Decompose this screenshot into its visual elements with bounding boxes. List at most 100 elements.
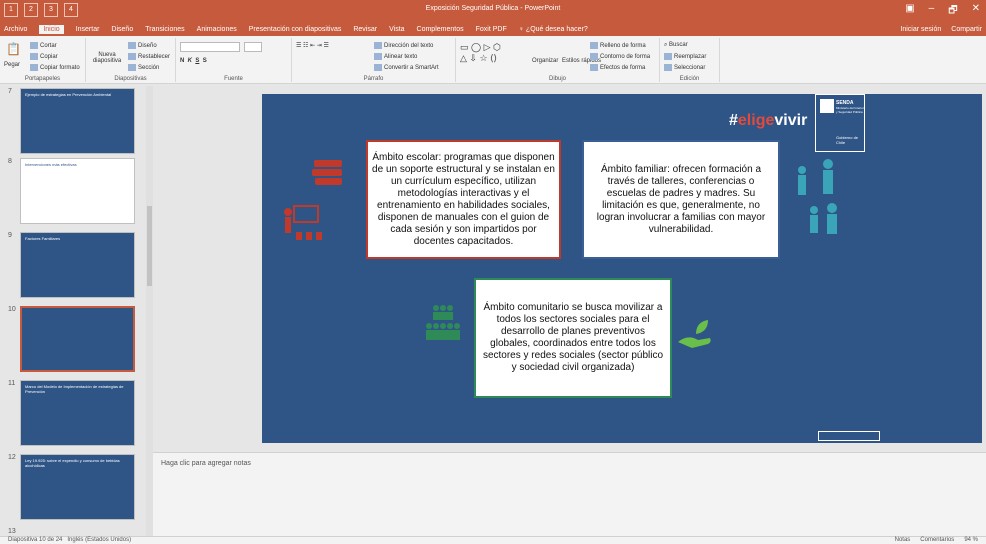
notes-toggle[interactable]: Notas — [895, 537, 911, 543]
clipboard-group-label: Portapapeles — [24, 76, 61, 82]
layout-button[interactable]: Diseño — [128, 42, 157, 49]
thumbnail-number: 9 — [8, 232, 12, 239]
bullets-button[interactable]: ☰ ☷ ⇤ ⇥ ☰ — [296, 42, 329, 49]
paragraph-group: ☰ ☷ ⇤ ⇥ ☰ Dirección del texto Alinear te… — [292, 38, 456, 82]
family-scope-box[interactable]: Ámbito familiar: ofrecen formación a tra… — [582, 140, 780, 259]
tab-revisar[interactable]: Revisar — [353, 26, 377, 33]
text-direction-button[interactable]: Dirección del texto — [374, 42, 433, 49]
signin-link[interactable]: Iniciar sesión — [900, 26, 941, 33]
find-button[interactable]: ⌕ Buscar — [664, 42, 688, 49]
brush-icon — [30, 64, 38, 71]
align-text-icon — [374, 53, 382, 60]
tab-inicio[interactable]: Inicio — [39, 24, 64, 34]
window-controls: ▣ – 🗗 ✕ — [905, 3, 980, 20]
brand-hash: # — [729, 112, 738, 129]
paste-icon[interactable]: 📋 — [6, 42, 21, 56]
fill-label: Relleno de forma — [600, 43, 646, 50]
tell-me-search[interactable]: ♀ ¿Qué desea hacer? — [519, 26, 588, 33]
section-button[interactable]: Sección — [128, 64, 159, 71]
copy-button[interactable]: Copiar — [30, 53, 58, 60]
slide-thumbnail-8[interactable]: Intervenciones más efectivas — [20, 158, 135, 224]
thumbnail-number: 13 — [8, 528, 16, 535]
section-label: Sección — [138, 65, 160, 72]
select-button[interactable]: Seleccionar — [664, 64, 705, 71]
smartart-button[interactable]: Convertir a SmartArt — [374, 64, 439, 71]
slide-thumbnail-11[interactable]: Marco del Modelo de Implementación de es… — [20, 380, 135, 446]
close-button[interactable]: ✕ — [972, 3, 980, 20]
scrollbar-thumb[interactable] — [147, 206, 152, 286]
gobierno-label: Gobierno de Chile — [836, 135, 859, 145]
align-text-button[interactable]: Alinear texto — [374, 53, 417, 60]
reset-button[interactable]: Restablecer — [128, 53, 170, 60]
text-direction-label: Dirección del texto — [384, 43, 434, 50]
community-scope-box[interactable]: Ámbito comunitario se busca movilizar a … — [474, 278, 672, 398]
tab-presentacion[interactable]: Presentación con diapositivas — [249, 26, 342, 33]
shape-outline-button[interactable]: Contorno de forma — [590, 53, 650, 60]
reset-label: Restablecer — [138, 54, 171, 61]
thumbnail-scrollbar[interactable] — [146, 86, 153, 536]
replace-button[interactable]: Reemplazar — [664, 53, 706, 60]
school-scope-box[interactable]: Ámbito escolar: programas que disponen d… — [366, 140, 561, 259]
shape-fill-button[interactable]: Relleno de forma — [590, 42, 646, 49]
zoom-level[interactable]: 94 % — [964, 537, 978, 543]
smartart-icon — [374, 64, 382, 71]
brand-white: vivir — [774, 112, 808, 129]
tab-diseno[interactable]: Diseño — [111, 26, 133, 33]
shapes-gallery[interactable]: ▭ ◯ ▷ ⬡ △ ⇩ ☆ ⟨⟩ — [460, 42, 501, 64]
eligevivir-logo: #eligevivir — [729, 112, 807, 130]
paragraph-group-label: Párrafo — [363, 76, 384, 82]
comments-toggle[interactable]: Comentarios — [920, 537, 954, 543]
effects-label: Efectos de forma — [600, 65, 646, 72]
font-group: N K S S Fuente — [176, 38, 292, 82]
hand-plant-icon — [678, 320, 711, 348]
scissors-icon — [30, 42, 38, 49]
slide-thumbnail-7[interactable]: Ejemplo de estrategias en Prevención Amb… — [20, 88, 135, 154]
shape-effects-button[interactable]: Efectos de forma — [590, 64, 645, 71]
editing-group-label: Edición — [679, 76, 700, 82]
bold-button[interactable]: N K S S — [180, 58, 207, 64]
copy-icon — [30, 53, 38, 60]
section-icon — [128, 64, 136, 71]
font-group-label: Fuente — [224, 76, 243, 82]
slide-thumbnail-pane: 7 Ejemplo de estrategias en Prevención A… — [0, 84, 153, 536]
language-indicator[interactable]: Inglés (Estados Unidos) — [67, 537, 131, 543]
format-painter-button[interactable]: Copiar formato — [30, 64, 80, 71]
tab-transiciones[interactable]: Transiciones — [145, 26, 184, 33]
font-name-input[interactable] — [180, 42, 240, 52]
slides-group: Nueva diapositiva Diseño Restablecer Sec… — [86, 38, 176, 82]
tab-vista[interactable]: Vista — [389, 26, 404, 33]
tab-archivo[interactable]: Archivo — [4, 26, 27, 33]
community-icon — [426, 305, 460, 340]
font-size-input[interactable] — [244, 42, 262, 52]
tab-complementos[interactable]: Complementos — [417, 26, 464, 33]
cut-button[interactable]: Cortar — [30, 42, 57, 49]
slide-thumbnail-10[interactable] — [20, 306, 135, 372]
replace-label: Reemplazar — [674, 54, 707, 61]
outline-icon — [590, 53, 598, 60]
slide-thumbnail-12[interactable]: Ley 19.925: sobre el expendio y consumo … — [20, 454, 135, 520]
arrange-button[interactable]: Organizar — [532, 58, 558, 64]
format-label: Copiar formato — [40, 65, 80, 72]
slide-thumbnail-9[interactable]: Factores Familiares — [20, 232, 135, 298]
layout-icon — [128, 42, 136, 49]
share-button[interactable]: Compartir — [951, 26, 982, 33]
paste-button[interactable]: Pegar — [4, 62, 20, 68]
current-slide[interactable]: #eligevivir SENDA Ministerio del Interio… — [262, 94, 982, 443]
find-label: Buscar — [669, 42, 688, 48]
minimize-button[interactable]: – — [929, 3, 935, 20]
document-title: Exposición Seguridad Pública - PowerPoin… — [425, 5, 561, 12]
thumbnail-number: 11 — [8, 380, 16, 387]
replace-icon — [664, 53, 672, 60]
smartart-label: Convertir a SmartArt — [384, 65, 439, 72]
notes-pane[interactable]: Haga clic para agregar notas — [153, 452, 986, 536]
restore-button[interactable]: 🗗 — [948, 3, 957, 20]
new-slide-button[interactable]: Nueva diapositiva — [92, 52, 122, 64]
ribbon-display-icon[interactable]: ▣ — [905, 3, 914, 20]
tab-foxit-pdf[interactable]: Foxit PDF — [476, 26, 507, 33]
tab-animaciones[interactable]: Animaciones — [197, 26, 237, 33]
books-icon — [312, 160, 342, 185]
cursor-icon — [664, 64, 672, 71]
tab-insertar[interactable]: Insertar — [76, 26, 100, 33]
select-label: Seleccionar — [674, 65, 706, 72]
drawing-group-label: Dibujo — [548, 76, 566, 82]
